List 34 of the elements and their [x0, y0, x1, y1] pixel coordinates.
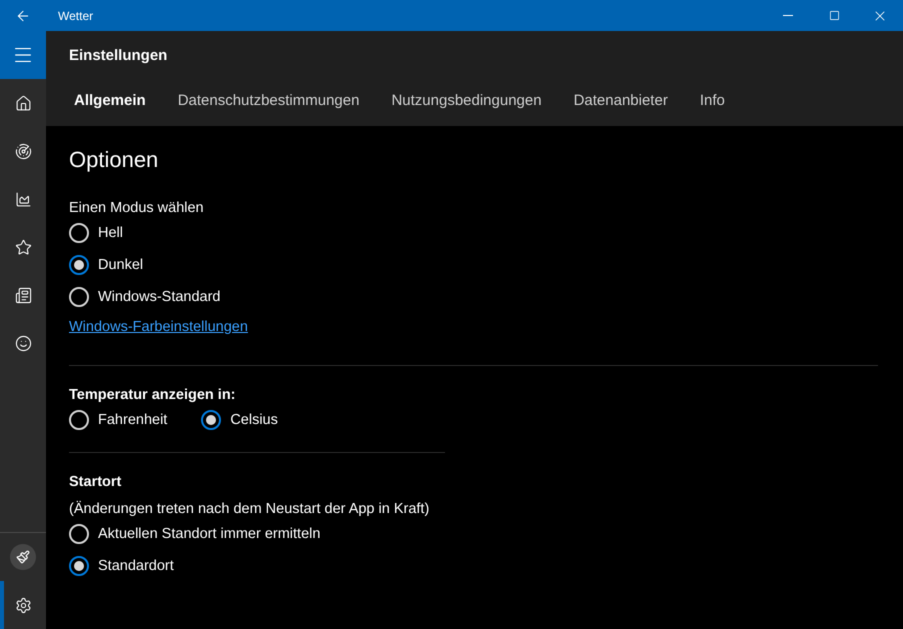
radio-option[interactable]: Hell — [69, 217, 879, 249]
radio-option[interactable]: Celsius — [201, 404, 278, 436]
window-title: Wetter — [58, 8, 94, 22]
radio-option[interactable]: Aktuellen Standort immer ermitteln — [69, 518, 879, 550]
radio-option[interactable]: Windows-Standard — [69, 281, 879, 313]
star-icon — [14, 238, 32, 256]
section-heading: Optionen — [69, 146, 160, 174]
radio-option[interactable]: Fahrenheit — [69, 404, 168, 436]
settings-icon — [14, 596, 32, 614]
menu-button[interactable] — [0, 31, 46, 79]
group-label: Startort — [69, 473, 122, 491]
brush-icon — [10, 544, 36, 570]
maximize-icon — [828, 10, 840, 21]
home-icon — [14, 94, 32, 112]
group-label: Temperatur anzeigen in: — [69, 386, 237, 404]
tab[interactable]: Datenschutzbestimmungen — [178, 92, 360, 109]
tab[interactable]: Info — [700, 92, 725, 109]
radio-button[interactable] — [69, 255, 89, 275]
link[interactable]: Windows-Farbeinstellungen — [69, 319, 248, 335]
page-title: Einstellungen — [69, 47, 168, 65]
newspaper-icon — [14, 286, 32, 304]
radio-button[interactable] — [69, 556, 89, 576]
note-text: (Änderungen treten nach dem Neustart der App in Kraft) — [69, 500, 430, 518]
tab[interactable]: Allgemein — [74, 92, 146, 109]
smiley-icon — [14, 334, 32, 352]
radio-option[interactable]: Standardort — [69, 550, 879, 582]
radar-icon — [14, 142, 32, 160]
minimize-icon — [783, 15, 793, 16]
group-label: Einen Modus wählen — [69, 199, 205, 217]
radio-button[interactable] — [201, 410, 222, 430]
radio-option[interactable]: Dunkel — [69, 249, 879, 281]
chart-icon — [14, 190, 32, 208]
tab[interactable]: Nutzungsbedingungen — [391, 92, 542, 109]
tab[interactable]: Datenanbieter — [574, 92, 668, 109]
